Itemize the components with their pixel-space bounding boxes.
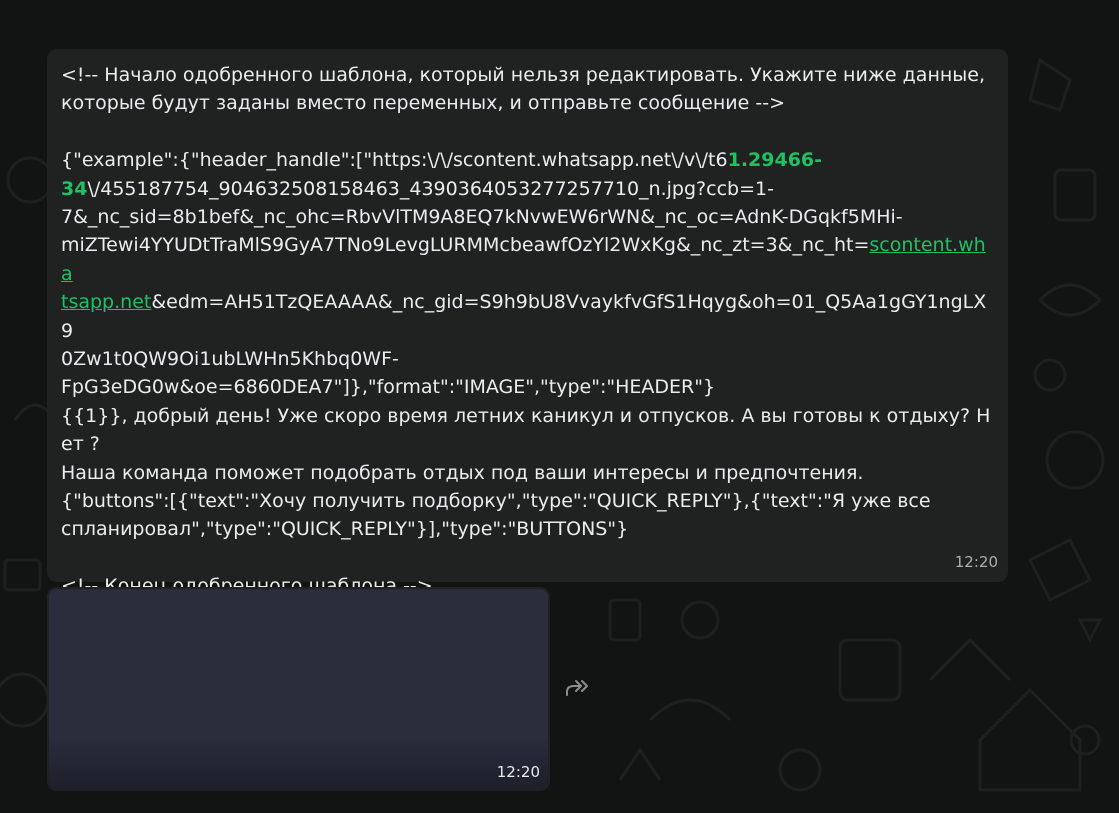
message-line: 0Zw1t0QW9Oi1ubLWHn5Khbq0WF- <box>61 348 399 371</box>
message-line <box>61 118 992 146</box>
message-timestamp: 12:20 <box>954 552 998 571</box>
url-text: {"example":{"header_handle":["https:\/\/… <box>61 149 728 172</box>
media-message-bubble[interactable]: 12:20 <box>47 587 550 791</box>
message-line-with-link: miZTewi4YYUDtTraMlS9GyA7TNo9LevgLURMMcbe… <box>61 231 992 288</box>
message-line-with-link: tsapp.net&edm=AH51TzQEAAAA&_nc_gid=S9h9b… <box>61 288 992 345</box>
message-line: {{1}}, добрый день! Уже скоро время летн… <box>61 404 991 456</box>
message-line: Наша команда поможет подобрать отдых под… <box>61 461 864 484</box>
forward-button[interactable] <box>563 672 595 704</box>
message-line: <!-- Начало одобренного шаблона, который… <box>61 64 986 86</box>
highlighted-text: 34 <box>61 177 88 200</box>
message-line: которые будут заданы вместо переменных, … <box>61 92 786 115</box>
message-line: 7&_nc_sid=8b1bef&_nc_ohc=RbvVlTM9A8EQ7kN… <box>61 206 903 229</box>
highlighted-text: 1.29466- <box>727 149 823 172</box>
media-timestamp: 12:20 <box>496 763 540 781</box>
message-line <box>61 544 992 572</box>
message-line: спланировал","type":"QUICK_REPLY"}],"typ… <box>61 518 629 541</box>
url-text: &edm=AH51TzQEAAAA&_nc_gid=S9h9bU8Vvaykfv… <box>61 291 987 342</box>
url-text: miZTewi4YYUDtTraMlS9GyA7TNo9LevgLURMMcbe… <box>61 234 870 257</box>
template-message-bubble[interactable]: <!-- Начало одобренного шаблона, который… <box>47 49 1008 654</box>
message-line-url-start: {"example":{"header_handle":["https:\/\/… <box>61 146 992 174</box>
message-line: FpG3eDG0w&oe=6860DEA7"]},"format":"IMAGE… <box>61 376 716 399</box>
scontent-link-continued[interactable]: tsapp.net <box>61 291 151 313</box>
url-text: \/455187754_904632508158463_439036405327… <box>87 177 774 200</box>
forward-icon <box>566 680 588 696</box>
message-text: <!-- Начало одобренного шаблона, который… <box>61 61 992 657</box>
message-line: {"buttons":[{"text":"Хочу получить подбо… <box>61 490 931 513</box>
message-line-url-continued: 34\/455187754_904632508158463_4390364053… <box>61 175 992 203</box>
